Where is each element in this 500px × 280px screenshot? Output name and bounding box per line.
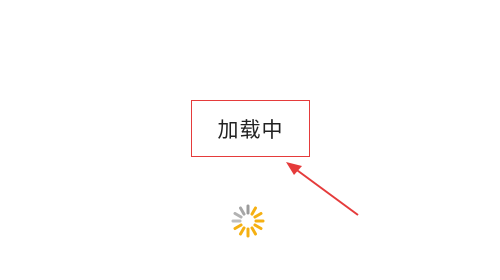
loading-text: 加载中 [217, 117, 284, 142]
spinner-tick [253, 223, 263, 230]
spinner-icon [231, 204, 265, 238]
spinner-tick [253, 212, 263, 219]
spinner-tick [250, 226, 257, 236]
spinner-tick [239, 206, 246, 216]
spinner-tick [250, 206, 257, 216]
spinner-tick [239, 226, 246, 236]
red-arrow-icon [286, 162, 359, 216]
arrow-shaft [289, 164, 359, 216]
spinner-tick [233, 223, 243, 230]
spinner-tick [233, 212, 243, 219]
